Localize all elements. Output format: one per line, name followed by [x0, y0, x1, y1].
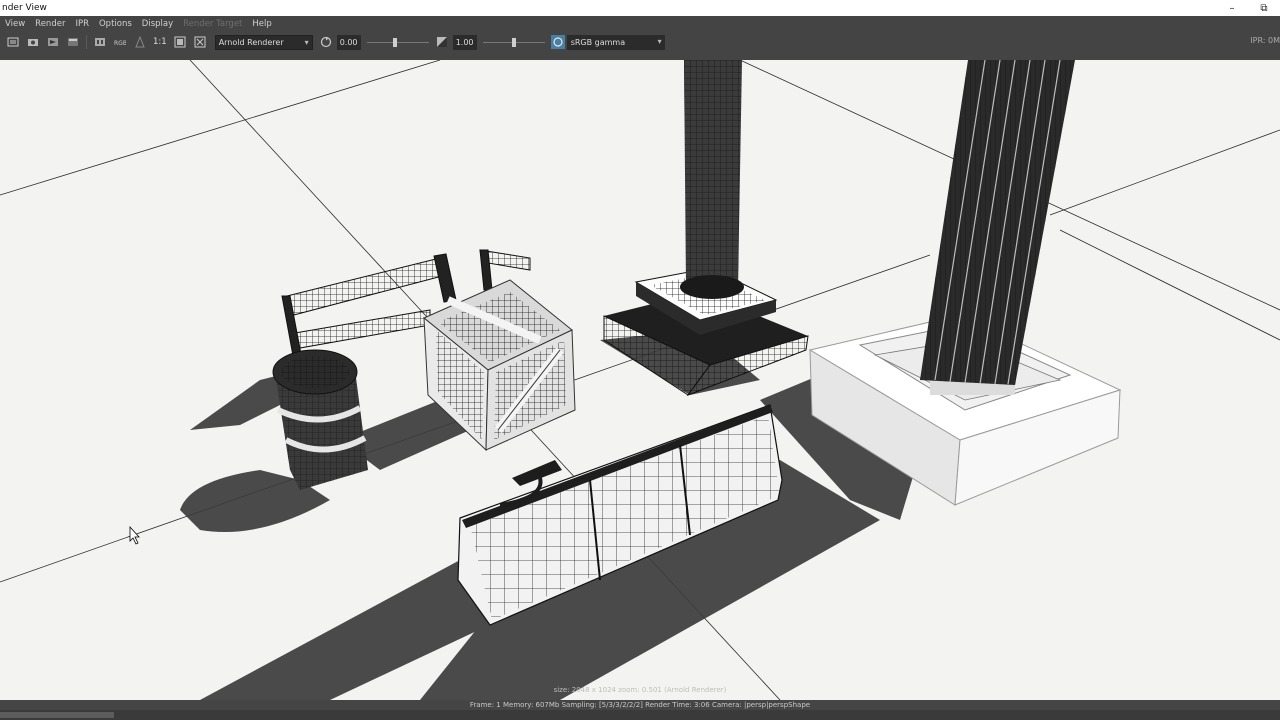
minimize-icon[interactable]: – [1216, 0, 1248, 16]
menu-options[interactable]: Options [94, 19, 137, 29]
scrollbar-thumb[interactable] [0, 712, 114, 718]
exposure-slider-track [366, 41, 429, 43]
keep-image-icon[interactable] [93, 35, 107, 49]
colorspace-dropdown[interactable]: sRGB gamma ▾ [566, 34, 665, 50]
display-alpha-icon[interactable] [133, 35, 147, 49]
render-frame-icon[interactable] [6, 35, 20, 49]
render-viewport[interactable] [0, 60, 1280, 700]
gamma-field[interactable]: 1.00 [452, 34, 477, 50]
refresh-icon[interactable] [66, 35, 80, 49]
exposure-slider[interactable] [366, 35, 429, 50]
window-title: nder View [2, 3, 47, 13]
image-size-readout: size: 2048 x 1024 zoom: 0.501 (Arnold Re… [553, 686, 727, 694]
exposure-reset-icon[interactable] [319, 35, 333, 49]
restore-icon[interactable]: ⧉ [1248, 0, 1280, 16]
bottom-scrollbar[interactable] [0, 710, 1280, 720]
menu-view[interactable]: View [0, 19, 30, 29]
toolbar-separator [86, 35, 87, 49]
window-controls: – ⧉ [1216, 0, 1280, 16]
render-info-bar: Frame: 1 Memory: 607Mb Sampling: [5/3/3/… [0, 700, 1280, 710]
renderer-value: Arnold Renderer [218, 37, 284, 47]
render-info-text: Frame: 1 Memory: 607Mb Sampling: [5/3/3/… [469, 701, 811, 709]
gamma-slider-handle[interactable] [511, 37, 516, 47]
menu-render-target: Render Target [183, 19, 243, 29]
rgb-icon[interactable]: RGB [113, 35, 127, 49]
menu-display[interactable]: Display [137, 19, 178, 29]
chevron-down-icon: ▾ [304, 37, 309, 47]
svg-text:RGB: RGB [114, 40, 126, 47]
title-bar: nder View – ⧉ [0, 0, 1280, 16]
colorspace-value: sRGB gamma [570, 37, 626, 47]
ipr-memory-label: IPR: 0M [1250, 36, 1280, 45]
rendered-image [0, 60, 1280, 700]
ipr-icon[interactable] [46, 35, 60, 49]
menu-ipr[interactable]: IPR [70, 19, 94, 29]
snapshot-icon[interactable] [26, 35, 40, 49]
exposure-slider-handle[interactable] [392, 37, 397, 47]
gamma-slider[interactable] [482, 35, 545, 50]
menu-bar: View Render IPR Options Display Render T… [0, 16, 1280, 32]
renderer-dropdown[interactable]: Arnold Renderer ▾ [214, 34, 313, 50]
region-icon[interactable] [173, 35, 187, 49]
gamma-icon[interactable] [435, 35, 449, 49]
menu-help[interactable]: Help [247, 19, 276, 29]
chevron-down-icon: ▾ [657, 36, 662, 46]
exposure-field[interactable]: 0.00 [336, 34, 361, 50]
thin-column [680, 60, 744, 299]
close-render-icon[interactable] [193, 35, 207, 49]
toolbar: RGB 1:1 Arnold Renderer ▾ 0.00 1.00 sRGB… [0, 32, 1280, 52]
ratio-button[interactable]: 1:1 [153, 37, 167, 47]
menu-render[interactable]: Render [30, 19, 70, 29]
color-management-icon[interactable] [550, 35, 565, 49]
